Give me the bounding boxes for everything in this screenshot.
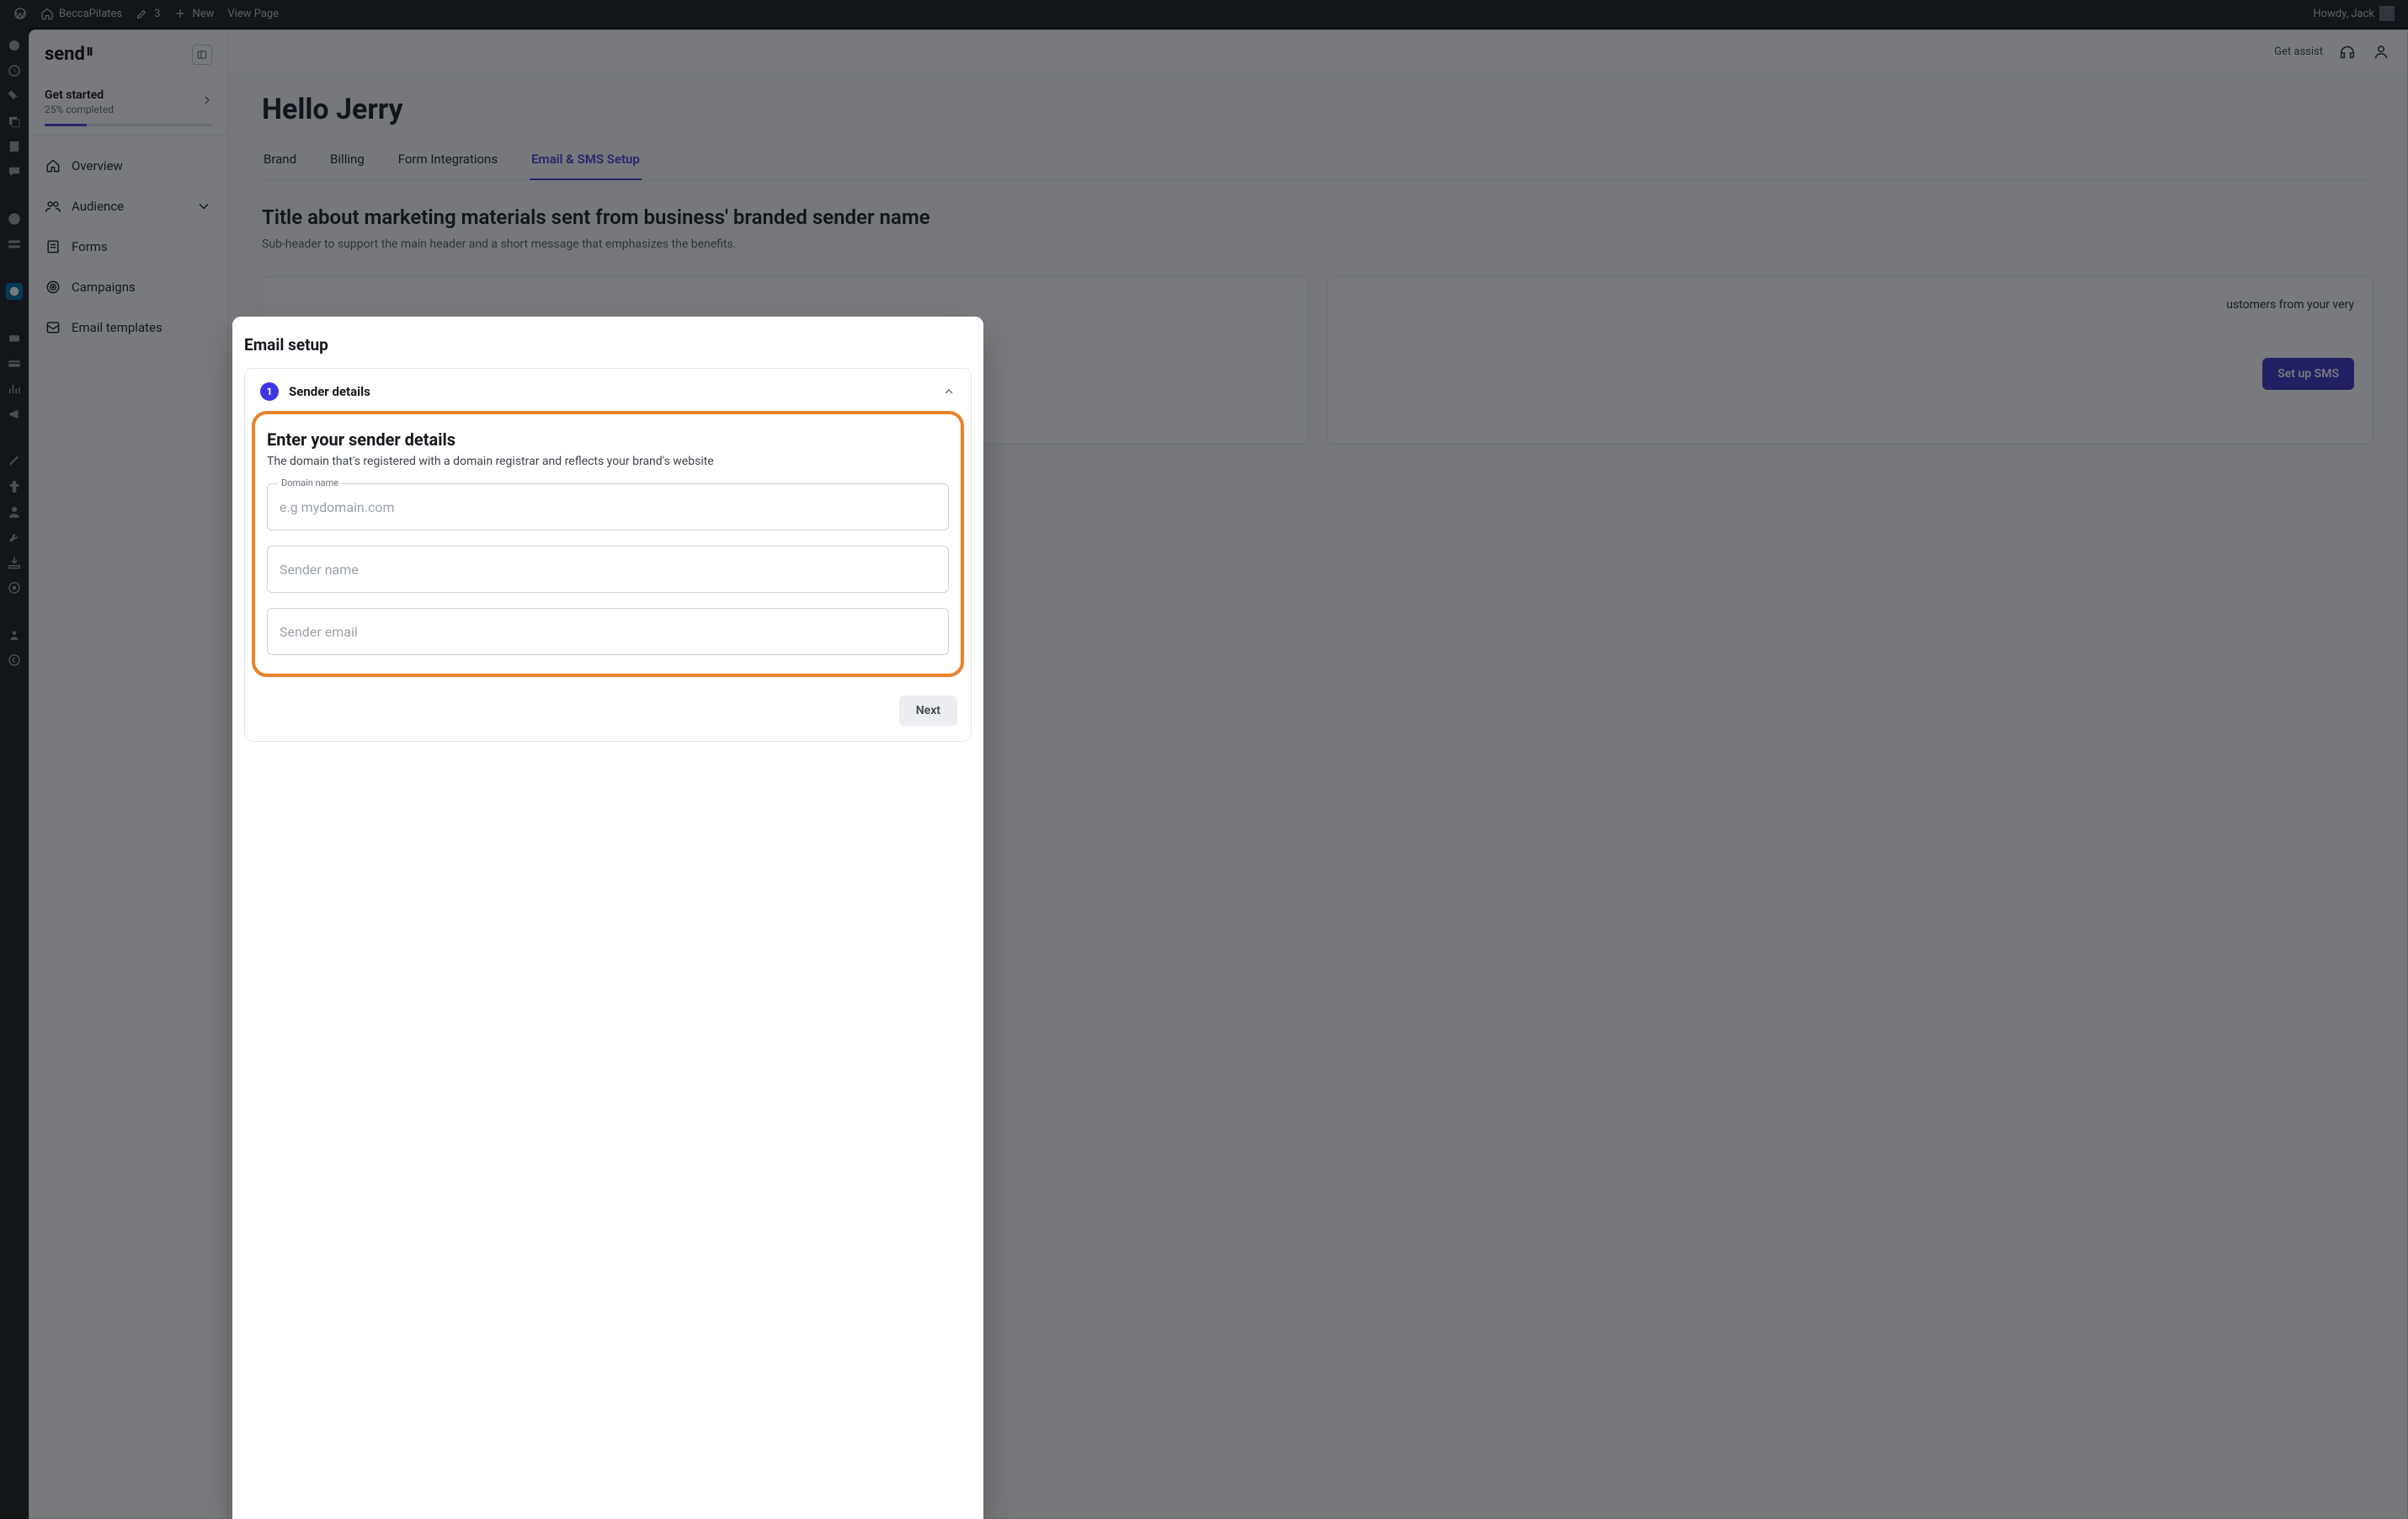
modal-title: Email setup bbox=[244, 335, 972, 368]
domain-name-field-wrap: Domain name bbox=[267, 483, 949, 530]
sender-email-field-wrap bbox=[267, 608, 949, 655]
panel-heading: Enter your sender details bbox=[267, 429, 949, 450]
sender-email-input[interactable] bbox=[268, 609, 948, 654]
next-button[interactable]: Next bbox=[899, 696, 957, 726]
domain-name-input[interactable] bbox=[268, 484, 948, 530]
email-setup-modal: Email setup 1 Sender details Enter your … bbox=[232, 317, 983, 1519]
chevron-up-icon bbox=[942, 385, 956, 398]
highlight-box: Enter your sender details The domain tha… bbox=[252, 411, 964, 677]
step-badge: 1 bbox=[260, 382, 279, 401]
sender-name-input[interactable] bbox=[268, 546, 948, 592]
sender-details-accordion: 1 Sender details Enter your sender detai… bbox=[244, 368, 972, 742]
sender-name-field-wrap bbox=[267, 546, 949, 593]
step-label: Sender details bbox=[289, 384, 370, 399]
panel-subheading: The domain that's registered with a doma… bbox=[267, 455, 949, 468]
domain-name-label: Domain name bbox=[278, 477, 342, 488]
accordion-header[interactable]: 1 Sender details bbox=[245, 369, 971, 404]
